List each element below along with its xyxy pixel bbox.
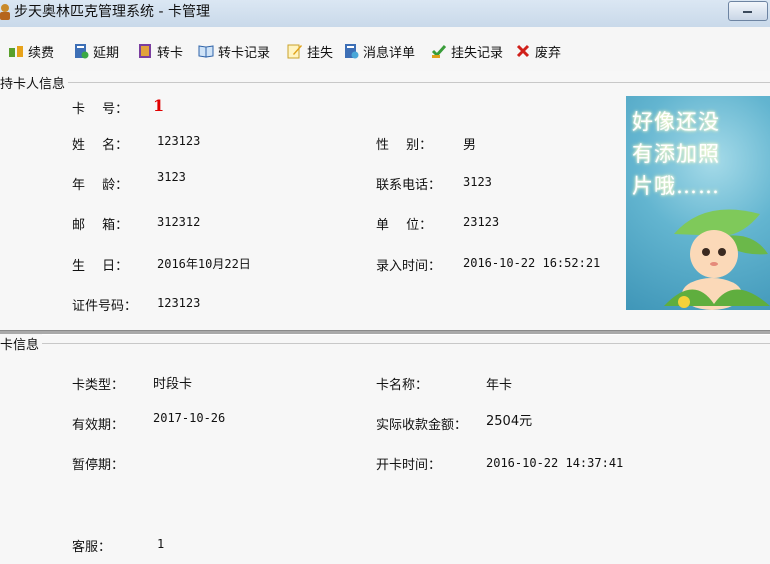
photo-text-line-1: 好像还没 xyxy=(632,110,720,134)
red-x-icon xyxy=(516,44,530,58)
transfer-label: 转卡 xyxy=(157,45,184,61)
transfer-button[interactable]: 转卡 xyxy=(137,41,183,61)
id-number-label: 证件号码： xyxy=(72,299,138,314)
loss-record-icon xyxy=(431,45,447,58)
transfer-icon xyxy=(139,44,151,58)
unit-label: 单 位： xyxy=(376,218,433,233)
discard-button[interactable]: 废弃 xyxy=(515,41,561,61)
report-loss-label: 挂失 xyxy=(307,45,334,61)
email-value: 312312 xyxy=(157,215,201,229)
email-label: 邮 箱： xyxy=(72,218,129,233)
book-icon xyxy=(198,45,214,58)
discard-label: 废弃 xyxy=(535,45,562,61)
transfer-record-label: 转卡记录 xyxy=(218,45,271,61)
card-no-value: 1 xyxy=(153,96,165,115)
minimize-button[interactable] xyxy=(728,1,768,21)
elf-illustration xyxy=(664,209,770,310)
photo-text-line-2: 有添加照 xyxy=(632,142,720,166)
birthday-value: 2016年10月22日 xyxy=(157,257,251,271)
name-label: 姓 名： xyxy=(72,138,129,153)
pause-label: 暂停期： xyxy=(72,458,125,473)
holder-section-title: 持卡人信息 xyxy=(0,73,69,92)
section-separator xyxy=(0,330,770,335)
valid-label: 有效期： xyxy=(72,418,125,433)
report-loss-button[interactable]: 挂失 xyxy=(287,41,333,61)
card-no-label: 卡 号： xyxy=(72,102,129,117)
extend-icon xyxy=(75,44,89,59)
card-name-label: 卡名称： xyxy=(376,378,429,393)
window-title: 步天奥林匹克管理系统 - 卡管理 xyxy=(14,4,210,20)
holder-photo-placeholder: 好像还没 有添加照 片哦…… xyxy=(626,96,770,310)
extend-button[interactable]: 延期 xyxy=(73,41,119,61)
id-number-value: 123123 xyxy=(157,296,201,310)
toolbar: 续费 延期 转卡 转卡记录 挂失 消息详单 挂失记录 废弃 xyxy=(0,27,770,71)
open-time-label: 开卡时间： xyxy=(376,458,442,473)
entry-time-value: 2016-10-22 16:52:21 xyxy=(463,256,601,270)
message-icon xyxy=(345,44,359,59)
gender-value: 男 xyxy=(463,138,477,153)
message-detail-button[interactable]: 消息详单 xyxy=(343,41,415,61)
message-detail-label: 消息详单 xyxy=(363,45,416,61)
renew-button[interactable]: 续费 xyxy=(8,41,54,61)
service-value: 1 xyxy=(157,537,165,551)
valid-value: 2017-10-26 xyxy=(153,411,226,425)
card-section-title: 卡信息 xyxy=(0,334,43,353)
birthday-label: 生 日： xyxy=(72,259,129,274)
name-value: 123123 xyxy=(157,134,201,148)
app-icon xyxy=(0,4,10,20)
loss-record-label: 挂失记录 xyxy=(451,45,504,61)
open-time-value: 2016-10-22 14:37:41 xyxy=(486,456,624,470)
service-label: 客服： xyxy=(72,540,112,555)
renew-label: 续费 xyxy=(28,45,55,61)
extend-label: 延期 xyxy=(93,45,120,61)
card-type-value: 时段卡 xyxy=(153,377,193,392)
transfer-record-button[interactable]: 转卡记录 xyxy=(198,41,270,61)
phone-value: 3123 xyxy=(463,175,492,189)
amount-label: 实际收款金额： xyxy=(376,418,468,433)
phone-label: 联系电话： xyxy=(376,178,442,193)
card-name-value: 年卡 xyxy=(486,378,513,393)
card-type-label: 卡类型： xyxy=(72,378,125,393)
unit-value: 23123 xyxy=(463,215,500,229)
gender-label: 性 别： xyxy=(376,138,433,153)
pencil-icon xyxy=(287,44,302,59)
renew-icon xyxy=(9,46,23,57)
card-group-border xyxy=(0,343,770,344)
holder-group-border xyxy=(0,82,770,83)
age-label: 年 龄： xyxy=(72,178,129,193)
title-bar: 步天奥林匹克管理系统 - 卡管理 xyxy=(0,0,770,28)
age-value: 3123 xyxy=(157,170,186,184)
amount-value: 2504元 xyxy=(486,414,533,429)
minimize-icon xyxy=(743,11,752,13)
loss-record-button[interactable]: 挂失记录 xyxy=(431,41,503,61)
entry-time-label: 录入时间： xyxy=(376,259,442,274)
